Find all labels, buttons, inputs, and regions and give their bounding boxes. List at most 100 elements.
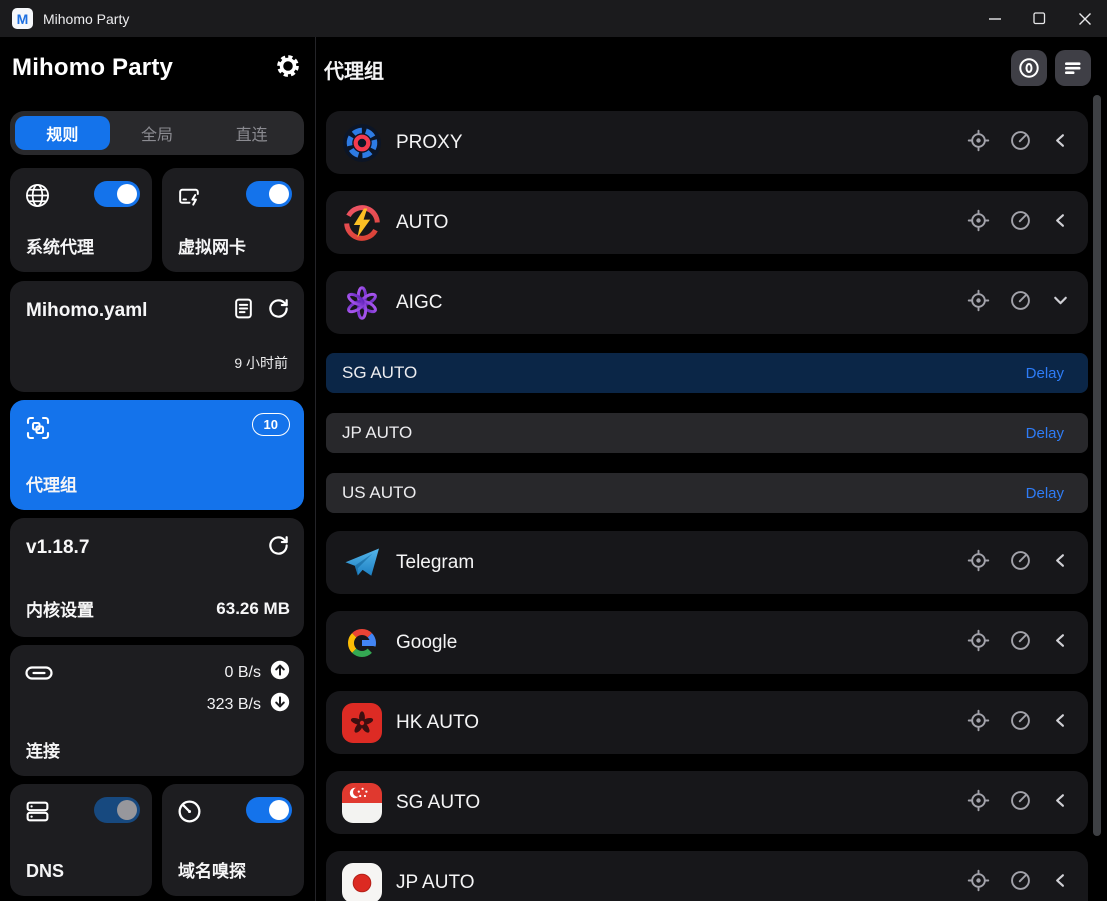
core-memory: 63.26 MB [216,599,290,619]
sniff-toggle[interactable] [246,797,292,823]
locate-icon[interactable] [967,709,990,737]
delay-test-icon[interactable] [1009,289,1032,317]
virtual-nic-label: 虚拟网卡 [178,233,246,258]
settings-gear-icon[interactable] [275,53,301,84]
dns-toggle[interactable] [94,797,140,823]
dns-label: DNS [26,861,64,882]
arrow-down-circle-icon [270,692,290,717]
proxy-group-name: AUTO [396,212,448,234]
delay-test-icon[interactable] [1009,629,1032,657]
minimize-icon [989,18,1001,20]
openai-logo-icon [342,283,382,323]
delay-test-icon[interactable] [1009,549,1032,577]
chevron-left-icon[interactable] [1051,551,1070,575]
maximize-button[interactable] [1017,0,1062,37]
system-proxy-card[interactable]: 系统代理 [10,168,152,272]
link-icon [24,661,54,690]
proxy-logo-icon [342,123,382,163]
delay-button[interactable]: Delay [1026,485,1064,502]
virtual-nic-toggle[interactable] [246,181,292,207]
chevron-left-icon[interactable] [1051,871,1070,895]
download-speed: 323 B/s [207,696,261,714]
sniff-label: 域名嗅探 [178,857,246,882]
system-proxy-toggle[interactable] [94,181,140,207]
list-layout-button[interactable] [1055,50,1091,86]
scrollbar[interactable] [1093,95,1101,836]
profile-card[interactable]: Mihomo.yaml 9 [10,281,304,392]
outbound-mode-tabs: 规则 全局 直连 [10,111,304,155]
close-icon [1079,13,1091,25]
profile-updated: 9 小时前 [234,353,288,373]
virtual-nic-icon [176,182,203,214]
chevron-left-icon[interactable] [1051,131,1070,155]
flag-jp-icon [342,863,382,901]
locate-icon[interactable] [967,629,990,657]
core-refresh-icon[interactable] [267,534,290,562]
delay-test-icon[interactable] [1009,789,1032,817]
tab-global[interactable]: 全局 [110,116,205,150]
proxy-item-jp-auto[interactable]: JP AUTO Delay [326,413,1088,453]
chevron-left-icon[interactable] [1051,791,1070,815]
sidebar-item-proxy-groups[interactable]: 10 代理组 [10,400,304,510]
proxy-group-row-sg-auto[interactable]: SG AUTO [326,771,1088,834]
locate-icon[interactable] [967,869,990,897]
proxy-group-row-jp-auto[interactable]: JP AUTO [326,851,1088,901]
chevron-left-icon[interactable] [1051,631,1070,655]
window-title: Mihomo Party [43,11,129,27]
locate-icon[interactable] [967,289,990,317]
sniff-card[interactable]: 域名嗅探 [162,784,304,896]
proxy-group-row-aigc[interactable]: AIGC [326,271,1088,334]
locate-icon[interactable] [967,789,990,817]
maximize-icon [1033,12,1046,25]
file-text-icon[interactable] [232,297,255,325]
proxy-item-sg-auto[interactable]: SG AUTO Delay [326,353,1088,393]
locate-icon[interactable] [967,549,990,577]
core-settings-label: 内核设置 [26,596,94,621]
proxy-group-row-proxy[interactable]: PROXY [326,111,1088,174]
chevron-down-icon[interactable] [1051,291,1070,315]
delay-button[interactable]: Delay [1026,365,1064,382]
proxy-group-name: AIGC [396,292,442,314]
profile-name: Mihomo.yaml [26,300,147,322]
chevron-left-icon[interactable] [1051,711,1070,735]
connections-label: 连接 [26,737,60,762]
locate-icon[interactable] [967,209,990,237]
arrow-up-circle-icon [270,660,290,685]
proxy-groups-label: 代理组 [26,471,77,496]
locate-icon[interactable] [967,129,990,157]
delay-test-icon[interactable] [1009,209,1032,237]
app-window: M Mihomo Party Mihomo Party [0,0,1107,901]
tab-rule[interactable]: 规则 [15,116,110,150]
virtual-nic-card[interactable]: 虚拟网卡 [162,168,304,272]
globe-icon [24,182,51,214]
delay-mode-button[interactable] [1011,50,1047,86]
delay-test-icon[interactable] [1009,869,1032,897]
delay-button[interactable]: Delay [1026,425,1064,442]
page-title: 代理组 [324,55,384,84]
proxy-group-row-auto[interactable]: AUTO [326,191,1088,254]
refresh-icon[interactable] [267,297,290,325]
tab-direct[interactable]: 直连 [204,116,299,150]
proxy-group-name: JP AUTO [396,872,475,894]
minimize-button[interactable] [972,0,1017,37]
dns-icon [24,798,51,830]
title-bar[interactable]: M Mihomo Party [0,0,1107,37]
proxy-groups-icon [24,414,52,447]
delay-test-icon[interactable] [1009,709,1032,737]
proxy-item-us-auto[interactable]: US AUTO Delay [326,473,1088,513]
proxy-group-name: SG AUTO [396,792,480,814]
proxy-group-count-badge: 10 [252,413,290,436]
connections-card[interactable]: 0 B/s 323 B/s [10,645,304,776]
proxy-group-row-hk-auto[interactable]: HK AUTO [326,691,1088,754]
proxy-group-row-google[interactable]: Google [326,611,1088,674]
delay-test-icon[interactable] [1009,129,1032,157]
proxy-group-row-telegram[interactable]: Telegram [326,531,1088,594]
close-button[interactable] [1062,0,1107,37]
core-card[interactable]: v1.18.7 内核设置 63.26 MB [10,518,304,637]
chevron-left-icon[interactable] [1051,211,1070,235]
auto-logo-icon [342,203,382,243]
dns-card[interactable]: DNS [10,784,152,896]
system-proxy-label: 系统代理 [26,233,94,258]
proxy-item-name: SG AUTO [342,363,417,383]
flag-hk-icon [342,703,382,743]
